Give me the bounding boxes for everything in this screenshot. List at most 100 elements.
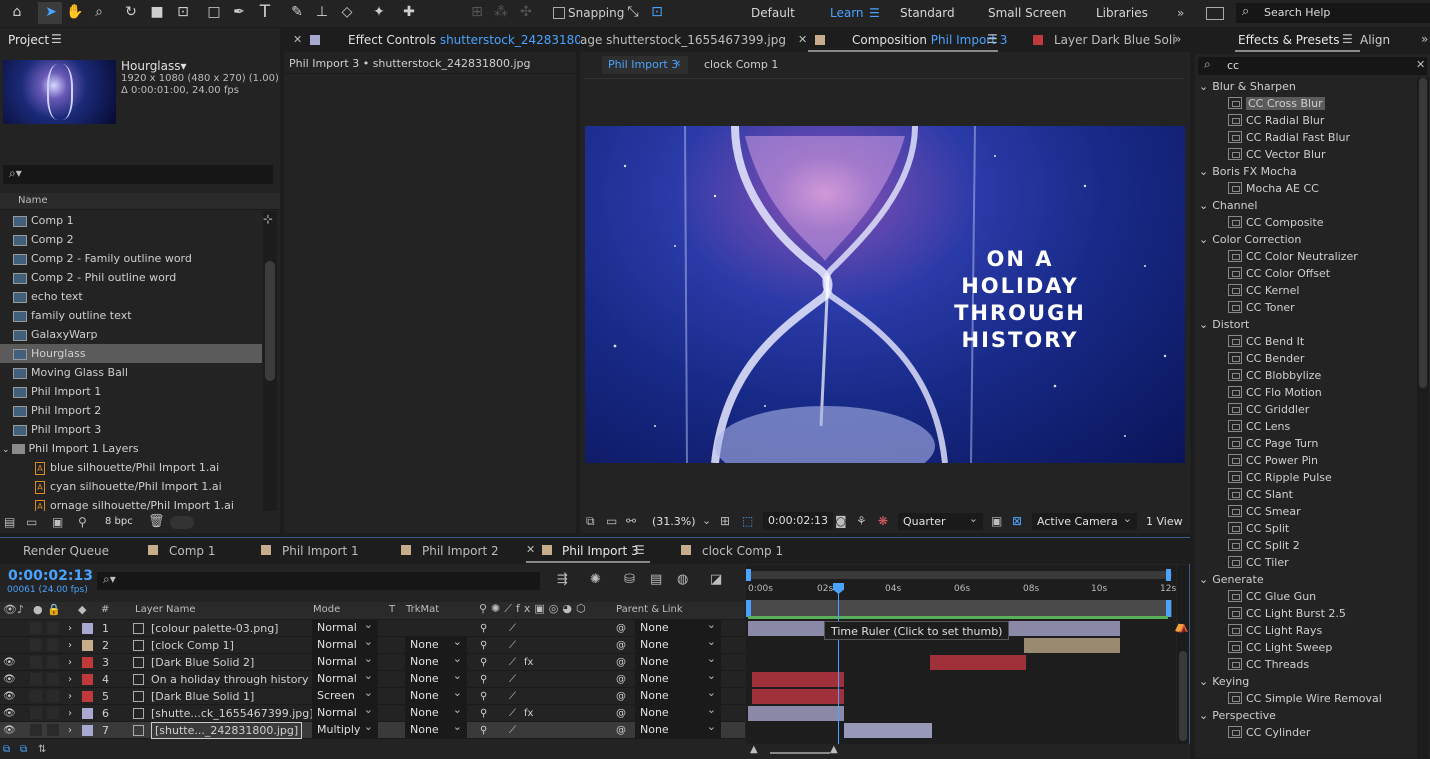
timeline-timecode[interactable]: 0:00:02:13 xyxy=(8,568,93,584)
effect-item[interactable]: CC Flo Motion xyxy=(1195,384,1417,401)
puppet-pin-tool-icon[interactable]: ✚ xyxy=(398,0,420,24)
visibility-eye-icon[interactable]: 👁 xyxy=(3,705,16,722)
eraser-tool-icon[interactable]: ◇ xyxy=(336,0,358,24)
chevron-right-icon[interactable]: › xyxy=(68,705,72,722)
shy-switch-icon[interactable]: ⚲ xyxy=(480,654,487,671)
effect-item[interactable]: CC Light Rays xyxy=(1195,622,1417,639)
zoom-in-icon[interactable]: ▲ xyxy=(830,744,838,755)
solo-box[interactable] xyxy=(30,690,42,702)
current-time-display[interactable]: 0:00:02:13 xyxy=(763,512,833,530)
project-scrollbar[interactable] xyxy=(263,211,277,511)
layer-duration-bar[interactable] xyxy=(930,655,1026,670)
audio-switch-icon[interactable]: ♪ xyxy=(17,603,24,616)
snap-options-icon[interactable]: ⤡ xyxy=(622,0,644,24)
roto-brush-tool-icon[interactable]: ✦ xyxy=(368,0,390,24)
project-settings-icon[interactable]: ⚲ xyxy=(78,515,87,529)
layer-label-color[interactable] xyxy=(82,708,93,719)
effects-category[interactable]: ⌄ Boris FX Mocha xyxy=(1195,163,1417,180)
timeline-tab[interactable]: Phil Import 2 xyxy=(422,544,499,558)
column-name-label[interactable]: Name xyxy=(18,195,48,206)
effect-item[interactable]: CC Cross Blur xyxy=(1195,95,1417,112)
chevron-down-icon[interactable]: ⌄ xyxy=(1199,675,1208,688)
interpret-footage-icon[interactable]: ▤ xyxy=(4,515,15,529)
solo-box[interactable] xyxy=(30,656,42,668)
effect-item[interactable]: CC Smear xyxy=(1195,503,1417,520)
workspace-libraries[interactable]: Libraries xyxy=(1096,0,1148,27)
camera-tool-icon[interactable]: ■ xyxy=(146,0,168,24)
render-queue-tab[interactable]: Render Queue xyxy=(23,544,109,558)
new-folder-icon[interactable]: ▭ xyxy=(26,515,37,529)
effect-item[interactable]: CC Simple Wire Removal xyxy=(1195,690,1417,707)
time-navigator[interactable] xyxy=(748,571,1172,579)
project-item[interactable]: Acyan silhouette/Phil Import 1.ai xyxy=(0,477,262,496)
fx-switch-icon[interactable]: fx xyxy=(524,705,533,722)
layer-row[interactable]: 👁 › 7 [shutte..._242831800.jpg] Multiply None… xyxy=(0,719,745,739)
rectangle-tool-icon[interactable]: □ xyxy=(203,0,225,24)
column-layer-name[interactable]: Layer Name xyxy=(135,604,196,615)
pickwhip-icon[interactable]: @ xyxy=(616,705,626,722)
panel-menu-icon[interactable]: ☰ xyxy=(634,543,645,557)
lock-switch-icon[interactable]: 🔒 xyxy=(47,603,61,616)
lock-box[interactable] xyxy=(47,622,59,634)
more-workspaces-icon[interactable]: » xyxy=(1177,0,1184,27)
pickwhip-icon[interactable]: @ xyxy=(616,620,626,637)
visibility-eye-icon[interactable]: 👁 xyxy=(3,654,16,671)
project-item[interactable]: GalaxyWarp xyxy=(0,325,262,344)
project-item-selected[interactable]: Hourglass xyxy=(0,344,262,363)
zoom-out-icon[interactable]: ▲ xyxy=(750,744,758,755)
close-icon[interactable]: ✕ xyxy=(293,33,302,46)
panel-menu-icon[interactable]: ☰ xyxy=(51,32,62,46)
project-search-input[interactable]: ⌕▾ xyxy=(3,165,273,184)
lock-box[interactable] xyxy=(47,673,59,685)
project-tab[interactable]: Project xyxy=(8,33,49,47)
effect-item[interactable]: CC Lens xyxy=(1195,418,1417,435)
zoom-level[interactable]: (31.3%) xyxy=(652,515,696,528)
chevron-down-icon[interactable]: ⌄ xyxy=(2,445,10,455)
close-icon[interactable]: ✕ xyxy=(798,33,807,46)
layer-name[interactable]: On a holiday through history xyxy=(151,671,308,688)
composition-tab[interactable]: Composition Phil Import 3 xyxy=(852,33,1007,47)
effects-category[interactable]: ⌄ Keying xyxy=(1195,673,1417,690)
visibility-eye-icon[interactable]: 👁 xyxy=(3,671,16,688)
effect-item[interactable]: CC Threads xyxy=(1195,656,1417,673)
effects-category[interactable]: ⌄ Blur & Sharpen xyxy=(1195,78,1417,95)
pen-tool-icon[interactable]: ✒ xyxy=(228,0,250,24)
clear-search-icon[interactable]: ✕ xyxy=(1416,58,1425,71)
effect-item[interactable]: CC Light Burst 2.5 xyxy=(1195,605,1417,622)
effect-item[interactable]: CC Blobbylize xyxy=(1195,367,1417,384)
workspace-learn[interactable]: Learn xyxy=(830,0,864,27)
timeline-search-input[interactable]: ⌕▾ xyxy=(97,572,540,590)
pickwhip-icon[interactable]: @ xyxy=(616,654,626,671)
project-item[interactable]: Comp 2 - Phil outline word xyxy=(0,268,262,287)
align-tab[interactable]: Align xyxy=(1360,33,1390,47)
chevron-down-icon[interactable]: ⌄ xyxy=(1199,233,1208,246)
effect-item[interactable]: CC Tiler xyxy=(1195,554,1417,571)
layer-duration-bar[interactable] xyxy=(748,706,844,721)
lock-box[interactable] xyxy=(47,639,59,651)
layer-name[interactable]: [Dark Blue Solid 1] xyxy=(151,688,254,705)
lock-box[interactable] xyxy=(47,724,59,736)
timeline-tab[interactable]: clock Comp 1 xyxy=(702,544,783,558)
chevron-down-icon[interactable]: ⌄ xyxy=(1199,573,1208,586)
home-icon[interactable]: ⌂ xyxy=(6,0,28,24)
panel-menu-icon[interactable]: ☰ xyxy=(1342,32,1353,46)
chevron-down-icon[interactable]: ⌄ xyxy=(1199,318,1208,331)
solo-box[interactable] xyxy=(30,673,42,685)
effect-item[interactable]: Mocha AE CC xyxy=(1195,180,1417,197)
effect-item[interactable]: CC Cylinder xyxy=(1195,724,1417,741)
navigator-end-handle[interactable] xyxy=(1166,569,1171,581)
motion-blur-icon[interactable]: ◍ xyxy=(677,572,688,587)
project-folder[interactable]: ⌄ Phil Import 1 Layers xyxy=(0,439,262,458)
new-comp-icon[interactable]: ▣ xyxy=(52,515,63,529)
layer-name[interactable]: [colour palette-03.png] xyxy=(151,620,278,637)
timeline-tab[interactable]: Phil Import 1 xyxy=(282,544,359,558)
layer-name[interactable]: [shutte...ck_1655467399.jpg] xyxy=(151,705,314,722)
layer-duration-bar[interactable] xyxy=(844,723,932,738)
toggle-in-out-icon[interactable]: ⇅ xyxy=(38,744,46,755)
visibility-eye-icon[interactable]: 👁 xyxy=(3,688,16,705)
effect-item[interactable]: CC Split xyxy=(1195,520,1417,537)
work-area-start[interactable] xyxy=(746,600,751,617)
shy-switch-icon[interactable]: ⚲ xyxy=(480,671,487,688)
layer-label-color[interactable] xyxy=(82,640,93,651)
bit-depth-label[interactable]: 8 bpc xyxy=(105,516,133,527)
